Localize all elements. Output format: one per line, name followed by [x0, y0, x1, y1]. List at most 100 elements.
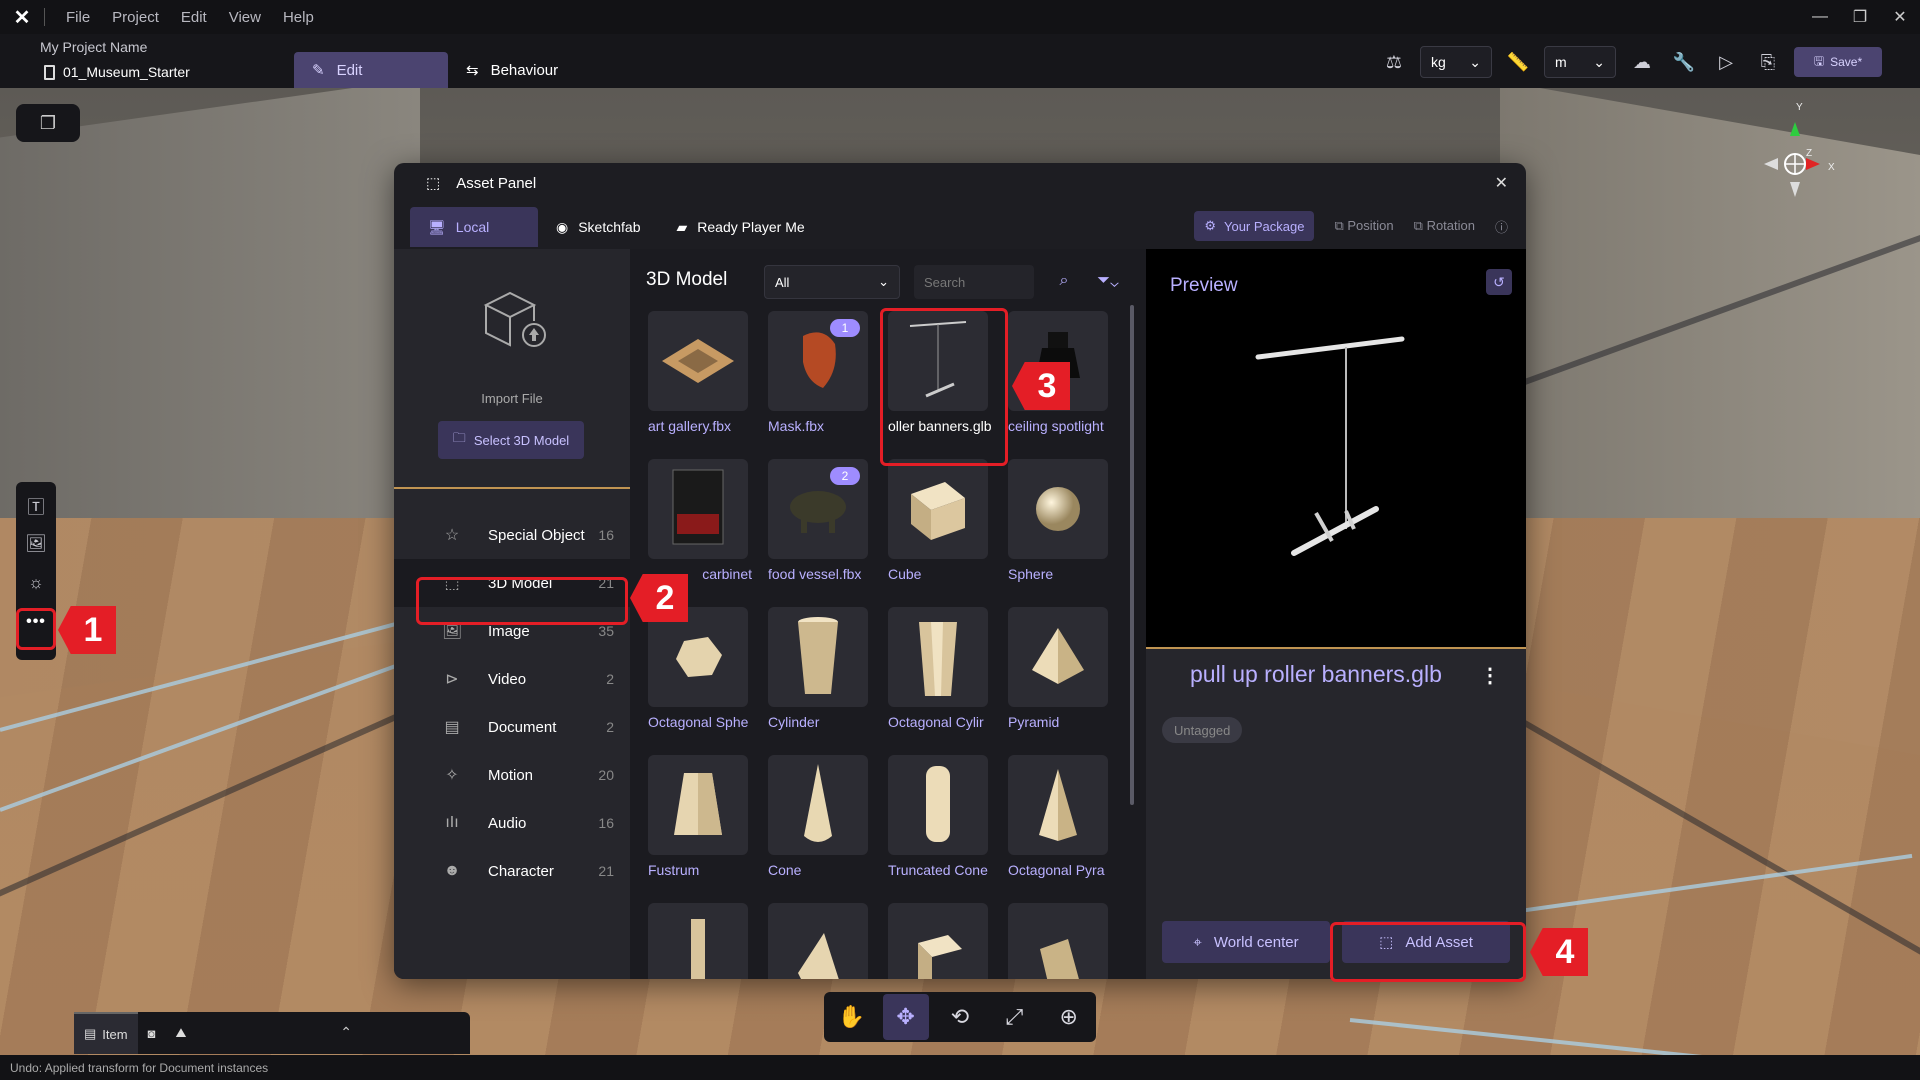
model-card[interactable]: Cone — [768, 755, 872, 878]
chevron-up-icon[interactable]: ⌃ — [340, 1024, 352, 1041]
model-label: art gallery.fbx — [648, 418, 731, 434]
monitor-icon: 🖥 — [428, 218, 446, 235]
category-video[interactable]: ⊳ Video 2 — [394, 655, 630, 703]
close-window-button[interactable]: ✕ — [1880, 0, 1920, 34]
model-card[interactable]: Octagonal Sphe — [648, 607, 752, 730]
move-tool-icon[interactable]: ✥ — [882, 994, 929, 1040]
model-card[interactable]: Cylinder — [768, 607, 872, 730]
search-icon[interactable]: ⌕ — [1052, 269, 1076, 293]
world-center-button[interactable]: ⌖ World center — [1162, 921, 1330, 963]
document-icon: ▤ — [444, 719, 460, 736]
tab-behaviour-label: Behaviour — [490, 61, 559, 79]
tab-camera[interactable]: ◙ — [138, 1012, 166, 1054]
position-icon: ⧉ — [1334, 218, 1344, 233]
filter-icon[interactable]: ⏷⌄ — [1088, 269, 1128, 293]
grid-scrollbar[interactable] — [1130, 305, 1134, 805]
tab-local[interactable]: 🖥 Local — [410, 207, 538, 247]
close-icon[interactable]: ✕ — [1495, 173, 1508, 193]
tab-edit-label: Edit — [336, 61, 363, 79]
tab-ready-player-me[interactable]: ▰ Ready Player Me — [658, 207, 822, 247]
category-label: Special Object — [488, 526, 585, 544]
mass-unit-select[interactable]: kg ⌄ — [1420, 46, 1492, 78]
model-thumbnail — [768, 903, 868, 979]
cloud-icon[interactable]: ☁ — [1626, 46, 1658, 78]
save-button[interactable]: 🖫 Save* — [1794, 47, 1882, 77]
position-toggle[interactable]: ⧉ Position — [1334, 218, 1393, 234]
tab-behaviour[interactable]: ⇆ Behaviour — [448, 52, 588, 88]
model-card[interactable]: Sphere — [1008, 459, 1112, 582]
your-package-button[interactable]: ⚙ Your Package — [1194, 211, 1315, 241]
length-unit-select[interactable]: m ⌄ — [1544, 46, 1616, 78]
menu-file[interactable]: File — [55, 9, 101, 26]
transform-all-icon[interactable]: ⊕ — [1046, 994, 1092, 1040]
tab-sketchfab[interactable]: ◉ Sketchfab — [538, 207, 658, 247]
rotate-tool-icon[interactable]: ⟲ — [937, 994, 983, 1040]
category-count: 16 — [598, 815, 614, 831]
tab-environment[interactable]: ⛰ — [165, 1012, 196, 1054]
menu-edit[interactable]: Edit — [170, 9, 218, 26]
category-special-object[interactable]: ☆ Special Object 16 — [394, 511, 630, 559]
orientation-gizmo[interactable]: Y X Z — [1740, 102, 1835, 202]
model-card[interactable]: 2 food vessel.fbx — [768, 459, 872, 582]
text-tool-icon[interactable]: 🅃 — [23, 492, 49, 518]
transform-toolbar: ✋ ✥ ⟲ ⤢ ⊕ — [824, 992, 1096, 1042]
instance-count-badge: 1 — [830, 319, 860, 337]
model-card[interactable]: Truncated Cone — [888, 755, 992, 878]
scale-tool-icon[interactable]: ⤢ — [991, 994, 1037, 1040]
play-icon[interactable]: ▷ — [1710, 46, 1742, 78]
model-thumbnail — [648, 607, 748, 707]
more-options-icon[interactable]: ⋮ — [1480, 663, 1500, 688]
model-label: Truncated Cone — [888, 862, 988, 878]
view-toggle-button[interactable]: ❐ — [16, 104, 80, 142]
tab-edit[interactable]: ✎ Edit — [294, 52, 448, 88]
model-label: food vessel.fbx — [768, 566, 862, 582]
minimize-button[interactable]: — — [1800, 0, 1840, 34]
hand-pan-icon[interactable]: ✋ — [828, 994, 874, 1040]
scene-selector[interactable]: 01_Museum_Starter — [44, 64, 190, 80]
model-card[interactable] — [648, 903, 752, 979]
category-motion[interactable]: ✧ Motion 20 — [394, 751, 630, 799]
model-card[interactable]: 1 Mask.fbx — [768, 311, 872, 434]
model-label: Octagonal Sphe — [648, 714, 749, 730]
search-input[interactable] — [914, 265, 1034, 299]
category-character[interactable]: ☻ Character 21 — [394, 847, 630, 895]
model-card[interactable]: art gallery.fbx — [648, 311, 752, 434]
model-card[interactable] — [768, 903, 872, 979]
asset-tag[interactable]: Untagged — [1162, 717, 1243, 743]
model-card[interactable]: Pyramid — [1008, 607, 1112, 730]
model-card[interactable] — [888, 903, 992, 979]
world-center-icon: ⌖ — [1193, 933, 1202, 951]
model-card[interactable]: Octagonal Cylir — [888, 607, 992, 730]
light-tool-icon[interactable]: ☼ — [23, 570, 49, 596]
weight-icon: ⚖ — [1385, 51, 1403, 72]
rotation-toggle[interactable]: ⧉ Rotation — [1414, 218, 1475, 234]
menu-view[interactable]: View — [218, 9, 272, 26]
publish-icon[interactable]: ⎘ — [1752, 46, 1784, 78]
model-card[interactable] — [1008, 903, 1112, 979]
model-card[interactable]: Cube — [888, 459, 992, 582]
preview-viewport[interactable]: Preview ↺ — [1146, 249, 1526, 649]
ruler-icon: 📏 — [1506, 51, 1530, 72]
info-icon[interactable]: ⓘ — [1495, 217, 1508, 236]
category-document[interactable]: ▤ Document 2 — [394, 703, 630, 751]
select-3d-model-button[interactable]: 🗀 Select 3D Model — [438, 421, 584, 459]
type-filter-select[interactable]: All ⌄ — [764, 265, 900, 299]
image-tool-icon[interactable]: 🖼 — [23, 531, 49, 557]
app-logo[interactable]: ✕ — [0, 0, 44, 34]
project-toolbar: My Project Name 01_Museum_Starter ✎ Edit… — [0, 34, 1920, 88]
play-circle-icon: ⊳ — [445, 671, 459, 688]
model-label: Octagonal Cylir — [888, 714, 984, 730]
model-thumbnail — [648, 311, 748, 411]
model-thumbnail — [768, 607, 868, 707]
restore-button[interactable]: ❐ — [1840, 0, 1880, 34]
menu-help[interactable]: Help — [272, 9, 325, 26]
menu-project[interactable]: Project — [101, 9, 170, 26]
tab-item[interactable]: ▤ Item — [74, 1012, 138, 1054]
wrench-icon[interactable]: 🔧 — [1668, 46, 1700, 78]
character-icon: ☻ — [443, 862, 461, 879]
model-card[interactable]: carbinet — [648, 459, 752, 582]
model-card[interactable]: Octagonal Pyra — [1008, 755, 1112, 878]
model-card[interactable]: Fustrum — [648, 755, 752, 878]
model-label: Cube — [888, 566, 922, 582]
category-audio[interactable]: ıIı Audio 16 — [394, 799, 630, 847]
